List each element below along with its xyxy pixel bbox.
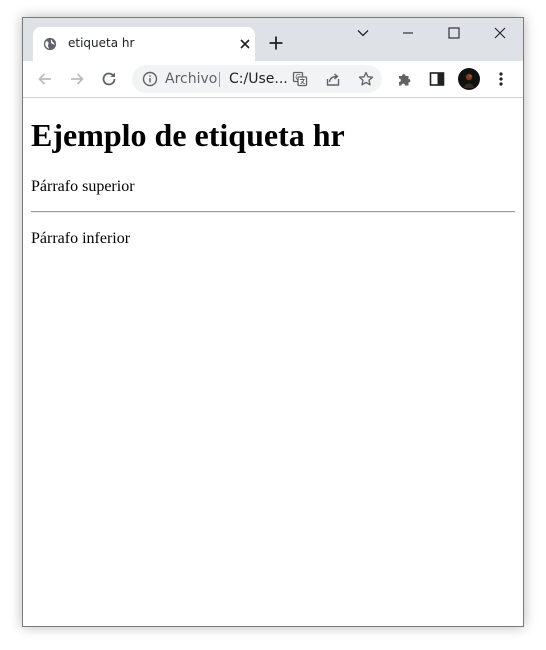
url-text[interactable]: C:/Use... [229, 71, 288, 87]
paragraph-top: Párrafo superior [31, 178, 135, 195]
maximize-icon [448, 27, 460, 39]
horizontal-rule [31, 211, 515, 213]
arrow-right-icon[interactable] [68, 70, 86, 88]
avatar[interactable] [458, 68, 480, 90]
minimize-icon [403, 32, 413, 34]
paragraph-bottom: Párrafo inferior [31, 230, 131, 247]
share-icon[interactable] [325, 71, 341, 87]
page-heading: Ejemplo de etiqueta hr [31, 117, 345, 153]
side-panel-icon[interactable] [428, 70, 446, 88]
close-icon[interactable] [239, 38, 251, 50]
profile-photo-icon [464, 73, 474, 88]
page-content: Ejemplo de etiqueta hr Párrafo superior … [23, 98, 523, 626]
site-security-label: Archivo [165, 71, 218, 87]
omnibox-divider [219, 72, 220, 87]
tab-search-button[interactable] [340, 18, 386, 48]
address-bar[interactable]: Archivo C:/Use... G [132, 65, 382, 93]
browser-window: etiqueta hr Archivo C:/Use... Ejemplo de… [22, 17, 524, 627]
star-icon[interactable] [358, 71, 374, 87]
minimize-button[interactable] [385, 18, 431, 48]
plus-icon[interactable] [268, 35, 284, 51]
translate-icon[interactable]: G [292, 71, 308, 87]
info-icon[interactable] [142, 71, 158, 87]
tab-title: etiqueta hr [68, 36, 135, 50]
chevron-down-icon [357, 30, 369, 37]
tab-etiqueta-hr[interactable]: etiqueta hr [33, 27, 255, 61]
browser-toolbar: Archivo C:/Use... G [23, 61, 523, 98]
title-bar: etiqueta hr [23, 18, 523, 61]
close-window-button[interactable] [477, 18, 523, 48]
close-icon [494, 27, 506, 39]
maximize-button[interactable] [431, 18, 477, 48]
puzzle-icon[interactable] [396, 70, 414, 88]
globe-icon [43, 37, 57, 51]
reload-icon[interactable] [100, 70, 118, 88]
arrow-left-icon[interactable] [36, 70, 54, 88]
kebab-menu-icon[interactable] [492, 70, 510, 88]
